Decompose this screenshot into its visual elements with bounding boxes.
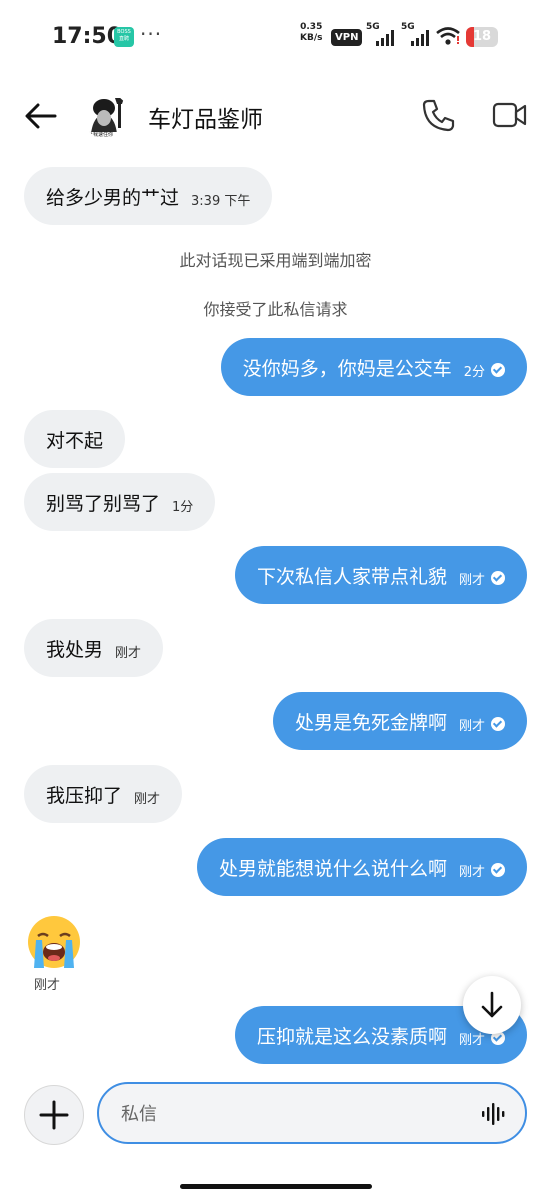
message-bubble-outgoing[interactable]: 处男是免死金牌啊 刚才 [272, 692, 527, 750]
message-text: 我处男 [46, 638, 104, 661]
status-bar: 17:50 BOSS 直聘 ··· 0.35 KB/s VPN 5G 5G 18 [0, 0, 551, 72]
message-bubble-outgoing[interactable]: 处男就能想说什么说什么啊 刚才 [196, 838, 527, 896]
boss-app-icon: BOSS 直聘 [114, 27, 134, 47]
status-time: 17:50 [52, 24, 123, 49]
video-call-icon[interactable] [492, 100, 528, 130]
wifi-icon [436, 27, 460, 45]
vpn-badge: VPN [331, 29, 363, 46]
phone-call-icon[interactable] [421, 98, 455, 132]
battery-icon: 18 [466, 27, 498, 47]
more-notifications-icon: ··· [140, 22, 163, 46]
loudly-crying-face-icon[interactable] [26, 914, 82, 970]
voice-waveform-icon[interactable] [481, 1102, 505, 1126]
message-text: 给多少男的艹过 [46, 186, 180, 209]
message-input[interactable] [119, 1098, 463, 1130]
read-check-icon [491, 717, 505, 731]
message-time: 3:39 下午 [191, 193, 251, 209]
system-notice-accepted: 你接受了此私信请求 [203, 300, 348, 319]
message-text: 没你妈多，你妈是公交车 [242, 357, 452, 380]
message-text: 对不起 [46, 429, 104, 452]
read-check-icon [491, 863, 505, 877]
back-arrow-icon[interactable] [24, 102, 58, 130]
message-bubble-incoming[interactable]: 我处男 刚才 [24, 619, 164, 677]
message-text: 处男是免死金牌啊 [294, 711, 447, 734]
boss-badge-bottom: 直聘 [118, 36, 129, 42]
message-bubble-incoming[interactable]: 我压抑了 刚才 [24, 765, 183, 823]
message-bubble-incoming[interactable]: 对不起 [24, 410, 126, 468]
signal-bars-icon [376, 30, 394, 46]
message-bubble-outgoing[interactable]: 没你妈多，你妈是公交车 2分 [220, 338, 527, 396]
avatar-caption: 让我速住你 [88, 132, 114, 138]
signal-bars-icon [411, 30, 429, 46]
message-time: 刚才 [458, 572, 485, 588]
message-time: 刚才 [34, 978, 61, 993]
battery-percent: 18 [472, 29, 492, 44]
read-check-icon [491, 363, 505, 377]
avatar[interactable]: 让我速住你 [84, 94, 130, 140]
read-check-icon [491, 571, 505, 585]
message-bubble-incoming[interactable]: 别骂了别骂了 1分 [24, 473, 216, 531]
message-text: 我压抑了 [46, 784, 123, 807]
message-text: 别骂了别骂了 [46, 492, 161, 515]
message-time: 刚才 [458, 718, 485, 734]
message-input-container[interactable] [97, 1082, 527, 1144]
plus-icon [39, 1100, 69, 1130]
message-text: 下次私信人家带点礼貌 [256, 565, 447, 588]
chat-title[interactable]: 车灯品鉴师 [148, 100, 263, 134]
message-text: 处男就能想说什么说什么啊 [218, 857, 447, 880]
chat-header: 让我速住你 车灯品鉴师 [0, 82, 551, 148]
network-speed-unit: KB/s [300, 33, 323, 43]
add-attachment-button[interactable] [24, 1085, 84, 1145]
network-speed: 0.35 KB/s [300, 22, 322, 44]
boss-badge-top: BOSS [117, 29, 131, 35]
message-time: 刚才 [115, 645, 142, 661]
message-bubble-outgoing[interactable]: 下次私信人家带点礼貌 刚才 [234, 546, 527, 604]
message-text: 压抑就是这么没素质啊 [256, 1025, 447, 1048]
message-time: 刚才 [134, 791, 161, 807]
home-indicator[interactable] [180, 1184, 372, 1189]
system-notice-encryption: 此对话现已采用端到端加密 [179, 251, 372, 270]
scroll-to-bottom-button[interactable] [463, 976, 521, 1034]
message-bubble-incoming[interactable]: 给多少男的艹过 3:39 下午 [24, 167, 273, 225]
message-time: 刚才 [458, 864, 485, 880]
arrow-down-icon [481, 991, 503, 1018]
network-speed-value: 0.35 [300, 22, 323, 32]
message-time: 2分 [463, 364, 485, 380]
message-time: 1分 [172, 499, 194, 515]
